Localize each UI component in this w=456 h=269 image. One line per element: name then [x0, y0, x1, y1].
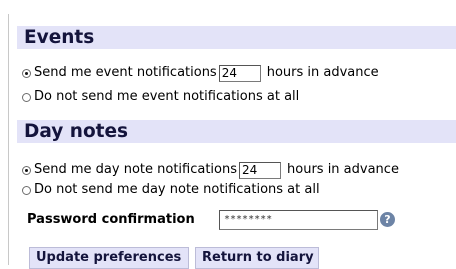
events-heading: Events — [24, 27, 95, 48]
daynote-send-radio[interactable] — [22, 165, 31, 175]
daynote-none-label: Do not send me day note notifications at… — [34, 182, 320, 197]
question-mark-icon[interactable]: ? — [380, 212, 395, 227]
event-none-radio[interactable] — [22, 92, 31, 102]
daynote-hours-input[interactable]: 24 — [239, 161, 282, 179]
event-hours-input[interactable]: 24 — [218, 64, 261, 82]
password-confirmation-label: Password confirmation — [27, 212, 195, 227]
password-confirmation-input[interactable]: ******** — [219, 210, 378, 230]
events-section-header: Events — [17, 26, 456, 49]
daynote-send-label: Send me day note notifications — [34, 162, 238, 177]
daynotes-section-header: Day notes — [17, 120, 456, 143]
update-preferences-button[interactable]: Update preferences — [29, 247, 189, 269]
event-send-radio[interactable] — [22, 68, 31, 78]
daynote-none-option: Do not send me day note notifications at… — [22, 181, 320, 199]
event-none-option: Do not send me event notifications at al… — [22, 88, 299, 106]
return-to-diary-button[interactable]: Return to diary — [195, 247, 319, 269]
event-none-label: Do not send me event notifications at al… — [34, 89, 300, 104]
event-send-option: Send me event notifications 24 hours in … — [22, 64, 379, 82]
daynote-send-option: Send me day note notifications 24 hours … — [22, 161, 399, 179]
left-divider — [8, 14, 9, 265]
daynote-hours-suffix: hours in advance — [287, 162, 399, 177]
event-hours-suffix: hours in advance — [266, 65, 379, 80]
daynote-none-radio[interactable] — [22, 185, 31, 195]
daynotes-heading: Day notes — [24, 121, 129, 142]
event-send-label: Send me event notifications — [34, 65, 217, 80]
